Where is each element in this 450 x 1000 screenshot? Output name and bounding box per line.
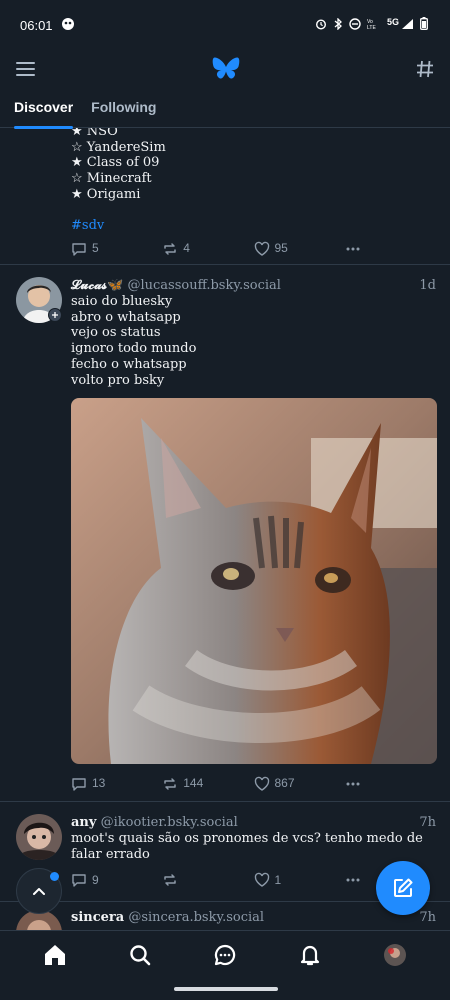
status-time: 06:01: [20, 17, 53, 33]
post-text-line: ★ NSO: [71, 128, 118, 139]
reply-count: 5: [92, 241, 99, 256]
more-icon: [346, 782, 360, 786]
author-name[interactable]: 𝓛𝓾𝓬𝓪𝓼🦋: [71, 278, 123, 293]
author-handle[interactable]: @ikootier.bsky.social: [101, 815, 238, 830]
like-count: 1: [274, 872, 282, 887]
post-text-line: fecho o whatsapp: [71, 356, 187, 372]
reply-count: 13: [92, 776, 106, 791]
post-text-line: volto pro bsky: [71, 372, 165, 388]
tab-following[interactable]: Following: [91, 92, 156, 128]
bell-icon[interactable]: [295, 940, 325, 970]
app-header: [0, 50, 450, 92]
repost-icon: [164, 778, 176, 790]
author-name[interactable]: sincera: [71, 910, 124, 925]
like-button[interactable]: 1: [254, 872, 345, 888]
post-text-line: ☆ YandereSim: [71, 139, 166, 155]
reply-count: 9: [92, 872, 99, 887]
reply-icon: [72, 874, 86, 888]
repost-icon: [164, 874, 176, 887]
reply-button[interactable]: 9: [71, 872, 162, 888]
tab-discover[interactable]: Discover: [14, 92, 74, 129]
post-card[interactable]: 𝓛𝓾𝓬𝓪𝓼🦋 @lucassouff.bsky.social 1d saio d…: [0, 265, 450, 802]
repost-button[interactable]: 144: [162, 776, 253, 792]
home-indicator[interactable]: [174, 987, 278, 991]
battery-icon: [420, 17, 428, 33]
like-button[interactable]: 95: [254, 241, 345, 257]
author-name[interactable]: any: [71, 815, 96, 830]
bluetooth-icon: [333, 16, 343, 33]
post-text-line: vejo os status: [71, 325, 161, 341]
bottom-navigation: [0, 930, 450, 1000]
post-text-line: ★ Class of 09: [71, 155, 160, 171]
home-icon[interactable]: [40, 940, 70, 970]
more-icon: [346, 878, 360, 882]
avatar[interactable]: [16, 814, 62, 860]
new-posts-indicator: [50, 872, 59, 881]
compose-icon: [394, 878, 413, 897]
feed-tabs: Discover Following: [0, 92, 450, 129]
compose-button[interactable]: [376, 861, 430, 915]
profile-avatar[interactable]: [380, 940, 410, 970]
author-handle[interactable]: @lucassouff.bsky.social: [127, 278, 280, 293]
like-button[interactable]: 867: [254, 776, 345, 792]
repost-button[interactable]: 4: [162, 241, 253, 257]
hashtag-link[interactable]: #sdv: [71, 218, 436, 234]
more-icon: [346, 247, 360, 251]
follow-badge-icon[interactable]: [48, 308, 62, 322]
post-text-line: ☆ Minecraft: [71, 171, 152, 187]
chat-icon[interactable]: [210, 940, 240, 970]
repost-count: 144: [183, 776, 204, 791]
post-text-line: ignoro todo mundo: [71, 341, 197, 357]
network-type: 5G: [386, 17, 399, 27]
heart-icon: [254, 241, 269, 257]
post-card[interactable]: ★ NSO ☆ YandereSim ★ Class of 09 ☆ Minec…: [0, 128, 450, 265]
post-time: 1d: [419, 278, 436, 293]
reply-icon: [72, 243, 86, 256]
post-text-line: ★ Origami: [71, 186, 141, 202]
hash-icon[interactable]: [416, 60, 434, 82]
menu-icon[interactable]: [16, 61, 36, 81]
butterfly-logo[interactable]: [212, 56, 240, 86]
svg-text:LTE: LTE: [367, 25, 376, 30]
repost-count: 4: [183, 241, 190, 256]
post-text-line: saio do bluesky: [71, 294, 173, 309]
like-count: 95: [274, 241, 288, 256]
repost-button[interactable]: [162, 872, 253, 888]
post-time: 7h: [419, 815, 436, 830]
heart-icon: [254, 873, 269, 888]
feed[interactable]: ★ NSO ☆ YandereSim ★ Class of 09 ☆ Minec…: [0, 128, 450, 930]
heart-icon: [254, 776, 269, 792]
alarm-icon: [315, 18, 327, 33]
volte-icon: Vo LTE: [367, 18, 381, 33]
signal-icon: [401, 18, 414, 33]
notification-icon: [61, 17, 75, 34]
post-time: 7h: [419, 910, 436, 925]
reply-icon: [72, 778, 86, 791]
post-text: moot's quais são os pronomes de vcs? ten…: [71, 831, 423, 862]
chevron-up-icon: [33, 888, 45, 895]
more-options-button[interactable]: [345, 241, 436, 257]
do-not-disturb-icon: [349, 17, 361, 33]
repost-icon: [164, 243, 176, 255]
like-count: 867: [274, 776, 295, 791]
status-bar: 06:01 Vo LTE 5G: [0, 0, 450, 50]
reply-button[interactable]: 5: [71, 241, 162, 257]
search-icon[interactable]: [125, 940, 155, 970]
post-image-cat[interactable]: [71, 398, 437, 765]
post-text-line: abro o whatsapp: [71, 309, 181, 325]
author-handle[interactable]: @sincera.bsky.social: [128, 910, 264, 925]
reply-button[interactable]: 13: [71, 776, 162, 792]
more-options-button[interactable]: [345, 776, 436, 792]
